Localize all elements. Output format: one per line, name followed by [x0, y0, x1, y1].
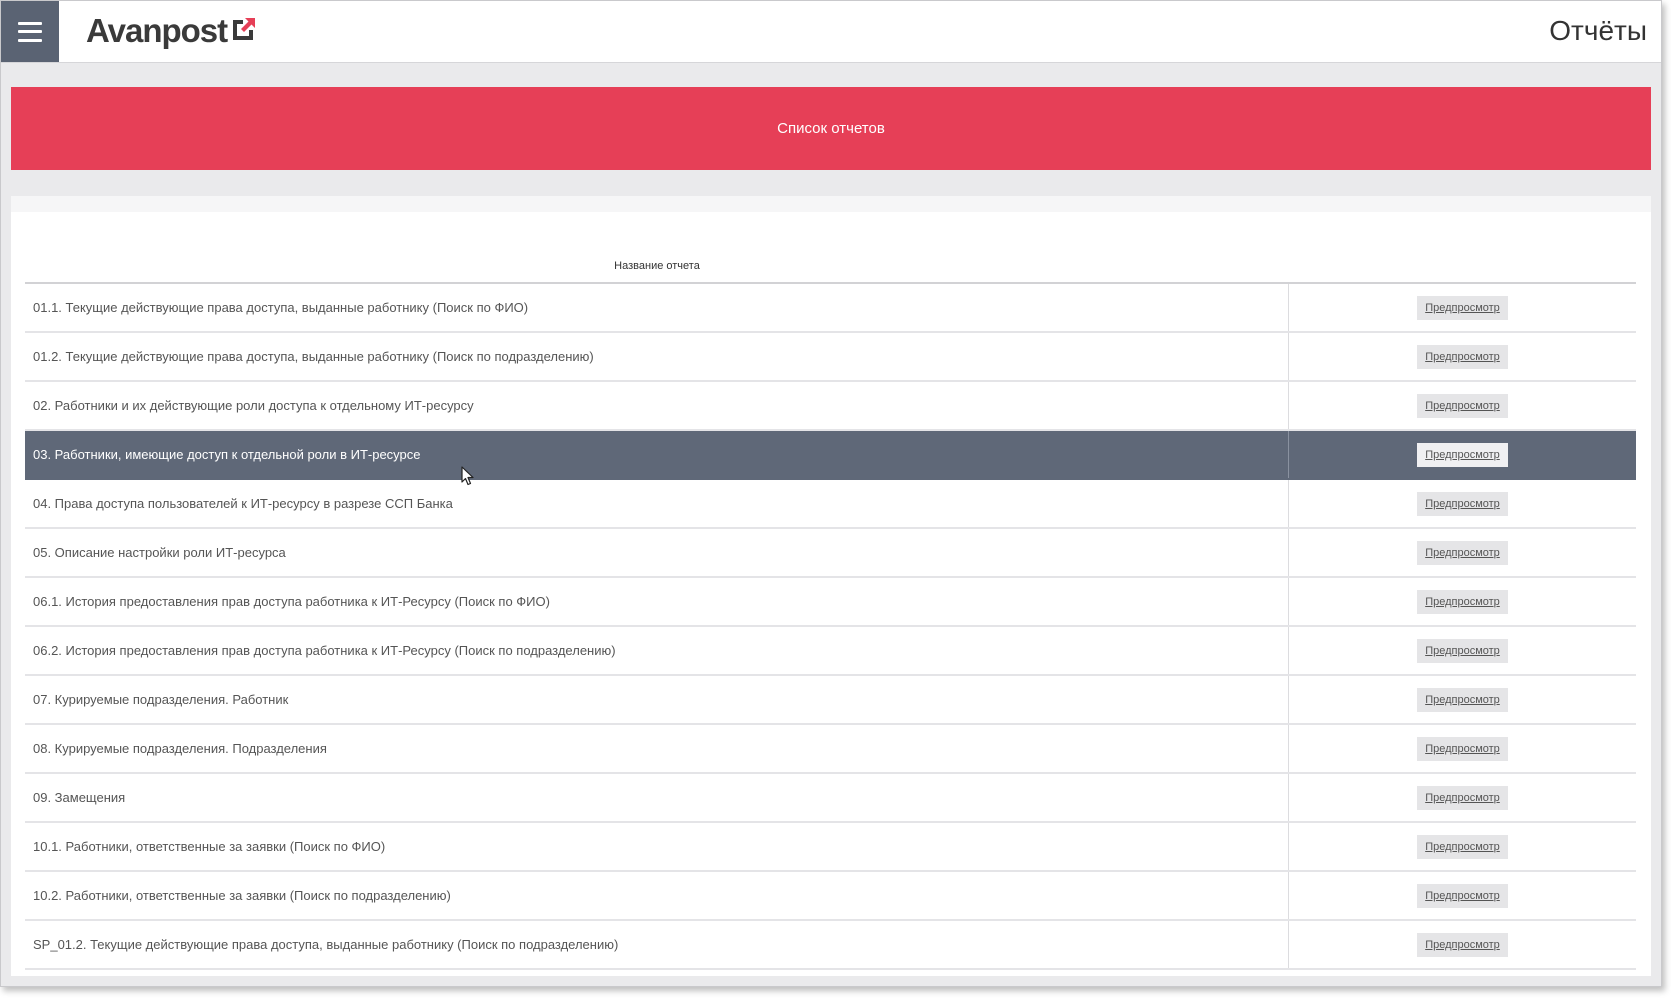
table-row[interactable]: 06.1. История предоставления прав доступ…	[25, 578, 1636, 627]
row-action-cell: Предпросмотр	[1289, 725, 1636, 772]
table-row[interactable]: 01.1. Текущие действующие права доступа,…	[25, 284, 1636, 333]
reports-list-banner: Список отчетов	[11, 87, 1651, 170]
preview-button[interactable]: Предпросмотр	[1417, 638, 1508, 663]
logo-text: Avanpost	[86, 12, 228, 49]
preview-button[interactable]: Предпросмотр	[1417, 442, 1508, 467]
table-row[interactable]: 02. Работники и их действующие роли дост…	[25, 382, 1636, 431]
report-name[interactable]: 02. Работники и их действующие роли дост…	[25, 382, 1289, 429]
row-action-cell: Предпросмотр	[1289, 676, 1636, 723]
report-name[interactable]: 05. Описание настройки роли ИТ-ресурса	[25, 529, 1289, 576]
row-action-cell: Предпросмотр	[1289, 921, 1636, 968]
report-name[interactable]: 06.2. История предоставления прав доступ…	[25, 627, 1289, 674]
preview-button[interactable]: Предпросмотр	[1417, 344, 1508, 369]
table-row[interactable]: 10.2. Работники, ответственные за заявки…	[25, 872, 1636, 921]
row-action-cell: Предпросмотр	[1289, 578, 1636, 625]
table-row[interactable]: 10.1. Работники, ответственные за заявки…	[25, 823, 1636, 872]
report-name[interactable]: SP_01.2. Текущие действующие права досту…	[25, 921, 1289, 968]
preview-button[interactable]: Предпросмотр	[1417, 295, 1508, 320]
report-name[interactable]: 10.2. Работники, ответственные за заявки…	[25, 872, 1289, 919]
preview-button[interactable]: Предпросмотр	[1417, 393, 1508, 418]
reports-panel: Название отчета 01.1. Текущие действующи…	[11, 196, 1651, 976]
report-name[interactable]: 03. Работники, имеющие доступ к отдельно…	[25, 431, 1289, 478]
panel-top-strip	[11, 196, 1651, 212]
table-row[interactable]: 01.2. Текущие действующие права доступа,…	[25, 333, 1636, 382]
report-name[interactable]: 07. Курируемые подразделения. Работник	[25, 676, 1289, 723]
preview-button[interactable]: Предпросмотр	[1417, 736, 1508, 761]
preview-button[interactable]: Предпросмотр	[1417, 491, 1508, 516]
reports-table: Название отчета 01.1. Текущие действующи…	[25, 250, 1636, 970]
table-row[interactable]: 04. Права доступа пользователей к ИТ-рес…	[25, 480, 1636, 529]
header: Avanpost Отчёты	[1, 1, 1661, 63]
table-row[interactable]: 07. Курируемые подразделения. Работник Пр…	[25, 676, 1636, 725]
page-title: Отчёты	[1549, 15, 1647, 46]
table-row[interactable]: 05. Описание настройки роли ИТ-ресурса Пр…	[25, 529, 1636, 578]
report-name[interactable]: 06.1. История предоставления прав доступ…	[25, 578, 1289, 625]
preview-button[interactable]: Предпросмотр	[1417, 540, 1508, 565]
preview-button[interactable]: Предпросмотр	[1417, 883, 1508, 908]
table-row[interactable]: 03. Работники, имеющие доступ к отдельно…	[25, 431, 1636, 480]
row-action-cell: Предпросмотр	[1289, 627, 1636, 674]
table-row[interactable]: 09. Замещения Предпросмотр	[25, 774, 1636, 823]
row-action-cell: Предпросмотр	[1289, 333, 1636, 380]
preview-button[interactable]: Предпросмотр	[1417, 834, 1508, 859]
row-action-cell: Предпросмотр	[1289, 284, 1636, 331]
table-body: 01.1. Текущие действующие права доступа,…	[25, 284, 1636, 970]
row-action-cell: Предпросмотр	[1289, 382, 1636, 429]
report-name[interactable]: 10.1. Работники, ответственные за заявки…	[25, 823, 1289, 870]
report-name[interactable]: 01.1. Текущие действующие права доступа,…	[25, 284, 1289, 331]
hamburger-icon	[18, 21, 42, 42]
row-action-cell: Предпросмотр	[1289, 774, 1636, 821]
menu-button[interactable]	[1, 1, 59, 62]
logo[interactable]: Avanpost	[86, 11, 257, 51]
row-action-cell: Предпросмотр	[1289, 431, 1636, 478]
preview-button[interactable]: Предпросмотр	[1417, 932, 1508, 957]
report-name[interactable]: 01.2. Текущие действующие права доступа,…	[25, 333, 1289, 380]
row-action-cell: Предпросмотр	[1289, 529, 1636, 576]
report-name[interactable]: 09. Замещения	[25, 774, 1289, 821]
row-action-cell: Предпросмотр	[1289, 480, 1636, 527]
table-row[interactable]: 08. Курируемые подразделения. Подразделе…	[25, 725, 1636, 774]
preview-button[interactable]: Предпросмотр	[1417, 785, 1508, 810]
report-name[interactable]: 08. Курируемые подразделения. Подразделе…	[25, 725, 1289, 772]
row-action-cell: Предпросмотр	[1289, 823, 1636, 870]
preview-button[interactable]: Предпросмотр	[1417, 589, 1508, 614]
app-window: Avanpost Отчёты Список отчетов Название …	[0, 0, 1662, 987]
table-row[interactable]: 06.2. История предоставления прав доступ…	[25, 627, 1636, 676]
arrow-out-icon	[233, 18, 256, 40]
report-name[interactable]: 04. Права доступа пользователей к ИТ-рес…	[25, 480, 1289, 527]
row-action-cell: Предпросмотр	[1289, 872, 1636, 919]
table-header: Название отчета	[25, 250, 1636, 284]
preview-button[interactable]: Предпросмотр	[1417, 687, 1508, 712]
table-row[interactable]: SP_01.2. Текущие действующие права досту…	[25, 921, 1636, 970]
column-header-report-name: Название отчета	[614, 260, 700, 272]
banner-title: Список отчетов	[777, 120, 885, 137]
